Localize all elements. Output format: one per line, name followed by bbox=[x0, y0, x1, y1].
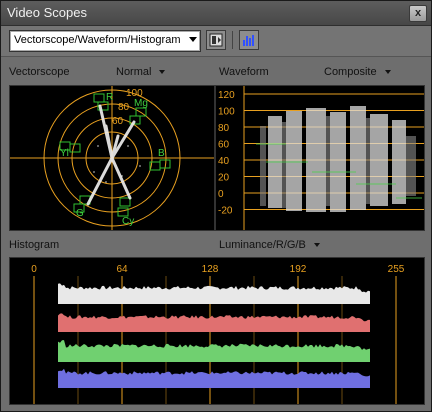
waveform-label: Waveform bbox=[219, 66, 269, 78]
waveform-tick-label: 40 bbox=[218, 156, 230, 167]
target-label: Yl bbox=[60, 148, 69, 159]
target-label: R bbox=[106, 92, 113, 103]
video-scopes-window: Video Scopes x Vectorscope/Waveform/Hist… bbox=[0, 0, 432, 412]
ring-label: 60 bbox=[112, 116, 124, 127]
waveform-panel: 120 100 80 60 40 20 0 -20 bbox=[215, 85, 425, 231]
histogram-panel: 0 64 128 192 255 bbox=[9, 257, 425, 405]
chevron-down-icon bbox=[189, 37, 197, 42]
histogram-label: Histogram bbox=[9, 239, 60, 251]
close-button[interactable]: x bbox=[409, 5, 427, 22]
ring-label: 80 bbox=[118, 102, 130, 113]
waveform-tick-label: 60 bbox=[218, 140, 230, 151]
vectorscope-panel: 100 80 60 R Mg B Cy G Yl bbox=[9, 85, 215, 231]
waveform-tick-label: -20 bbox=[218, 206, 233, 217]
waveform-graph: 120 100 80 60 40 20 0 -20 bbox=[218, 86, 424, 230]
histogram-tick-label: 128 bbox=[202, 264, 219, 275]
target-label: B bbox=[158, 148, 165, 159]
window-title: Video Scopes bbox=[7, 5, 87, 20]
vectorscope-label: Vectorscope bbox=[9, 66, 70, 78]
vectorscope-mode-value: Normal bbox=[116, 66, 152, 78]
scope-mode-value: Vectorscope/Waveform/Histogram bbox=[14, 34, 181, 46]
scope-mode-select[interactable]: Vectorscope/Waveform/Histogram bbox=[9, 30, 201, 52]
histogram-mode-dropdown[interactable]: Luminance/R/G/B bbox=[219, 239, 320, 251]
waveform-tick-label: 100 bbox=[218, 107, 235, 118]
title-bar[interactable]: Video Scopes x bbox=[1, 1, 431, 26]
histogram-toggle-button[interactable] bbox=[239, 30, 259, 50]
target-label: G bbox=[76, 208, 84, 219]
waveform-mode-dropdown[interactable]: Composite bbox=[324, 66, 391, 78]
waveform-tick-label: 120 bbox=[218, 90, 235, 101]
chevron-down-icon bbox=[313, 243, 320, 248]
chevron-down-icon bbox=[384, 70, 391, 75]
histogram-mode-value: Luminance/R/G/B bbox=[219, 239, 306, 251]
green-histogram bbox=[58, 340, 370, 362]
histogram-tick-label: 64 bbox=[116, 264, 128, 275]
chevron-down-icon bbox=[159, 70, 166, 75]
toolbar-divider bbox=[232, 31, 233, 49]
waveform-tick-label: 20 bbox=[218, 173, 230, 184]
vectorscope-mode-dropdown[interactable]: Normal bbox=[116, 66, 166, 78]
histogram-tick-label: 192 bbox=[290, 264, 307, 275]
waveform-mode-value: Composite bbox=[324, 66, 377, 78]
blue-histogram bbox=[58, 368, 370, 388]
target-label: Mg bbox=[134, 98, 148, 109]
histogram-tick-label: 0 bbox=[31, 264, 37, 275]
histogram-graph: 0 64 128 192 255 bbox=[31, 264, 405, 404]
histogram-icon bbox=[243, 35, 254, 46]
histogram-tick-label: 255 bbox=[388, 264, 405, 275]
luminance-histogram bbox=[58, 283, 370, 304]
toolbar: Vectorscope/Waveform/Histogram bbox=[1, 26, 431, 57]
vectorscope-graph: 100 80 60 R Mg B Cy G Yl bbox=[10, 86, 214, 230]
red-histogram bbox=[58, 313, 370, 332]
waveform-tick-label: 80 bbox=[218, 123, 230, 134]
settings-button[interactable] bbox=[206, 30, 226, 50]
target-label: Cy bbox=[122, 216, 134, 227]
settings-icon bbox=[209, 33, 223, 47]
waveform-tick-label: 0 bbox=[218, 189, 224, 200]
